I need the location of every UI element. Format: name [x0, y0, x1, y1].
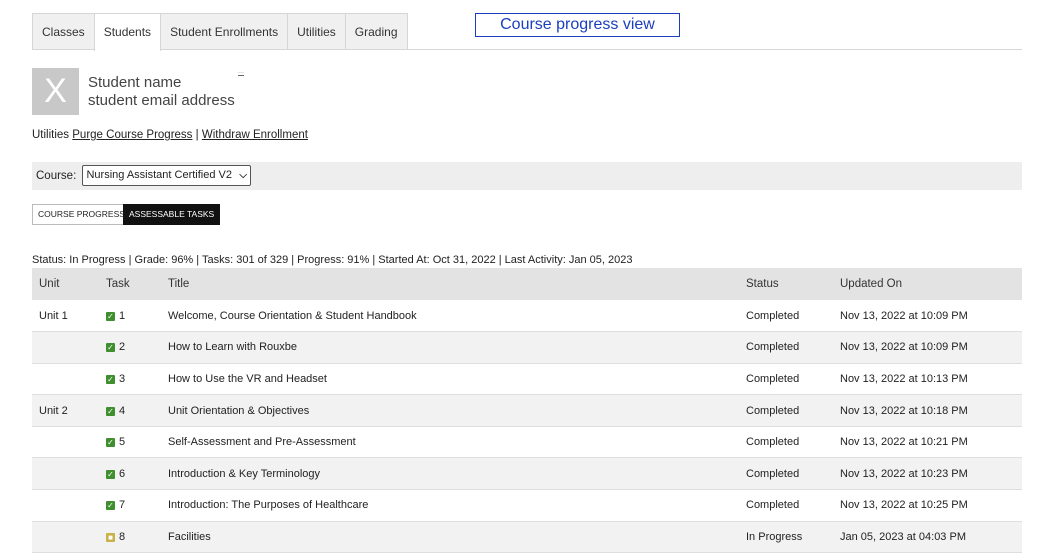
header-title: Title	[161, 268, 739, 300]
cell-task: ✓ 2	[99, 331, 161, 364]
cell-unit	[32, 457, 99, 491]
cell-status: Completed	[739, 489, 833, 522]
purge-course-progress-link[interactable]: Purge Course Progress	[72, 129, 192, 141]
utilities-label: Utilities	[32, 129, 70, 141]
tab-grading[interactable]: Grading	[344, 13, 408, 50]
task-number: 6	[119, 467, 126, 480]
cell-updated-on: Nov 13, 2022 at 10:18 PM	[833, 394, 1022, 427]
table-row[interactable]: ✓ 5 Self-Assessment and Pre-Assessment Comp…	[32, 426, 1022, 459]
header-unit: Unit	[32, 268, 99, 300]
cell-task: ✓ 1	[99, 300, 161, 333]
student-email: student email address	[88, 92, 235, 109]
cell-unit	[32, 331, 99, 364]
cell-status: Completed	[739, 331, 833, 364]
table-row[interactable]: ✓ 6 Introduction & Key Terminology Complete…	[32, 457, 1022, 491]
tab-classes[interactable]: Classes	[32, 13, 95, 50]
check-icon: ✓	[106, 374, 115, 384]
table-header-row: Unit Task Title Status Updated On	[32, 268, 1022, 300]
table-row[interactable]: ✓ 2 How to Learn with Rouxbe Completed Nov 1…	[32, 331, 1022, 364]
header-updated-on: Updated On	[833, 268, 1022, 300]
cell-status: Completed	[739, 457, 833, 491]
cell-unit	[32, 521, 99, 554]
progress-table: Unit Task Title Status Updated On Unit 1…	[32, 268, 1022, 554]
header-status: Status	[739, 268, 833, 300]
in-progress-icon: ■	[106, 532, 115, 542]
withdraw-enrollment-link[interactable]: Withdraw Enrollment	[202, 129, 308, 141]
check-icon: ✓	[106, 406, 115, 416]
cell-unit	[32, 363, 99, 396]
course-filter-bar: Course: Nursing Assistant Certified V2 ⌵	[32, 162, 1022, 190]
cell-updated-on: Nov 13, 2022 at 10:21 PM	[833, 426, 1022, 459]
cell-task: ✓ 7	[99, 489, 161, 522]
utilities-separator: |	[195, 129, 199, 141]
student-more-link[interactable]: ···	[238, 70, 244, 76]
cell-unit: Unit 1	[32, 300, 99, 333]
task-number: 1	[119, 309, 126, 322]
tab-utilities[interactable]: Utilities	[287, 13, 346, 50]
course-select-value: Nursing Assistant Certified V2	[86, 169, 232, 182]
cell-title: Welcome, Course Orientation & Student Ha…	[161, 300, 739, 333]
task-number: 5	[119, 436, 126, 449]
cell-title: Facilities	[161, 521, 739, 554]
cell-unit	[32, 426, 99, 459]
check-icon: ✓	[106, 311, 115, 321]
cell-unit: Unit 2	[32, 394, 99, 427]
chevron-down-icon: ⌵	[239, 170, 247, 182]
course-label: Course:	[36, 170, 77, 182]
cell-updated-on: Nov 13, 2022 at 10:25 PM	[833, 489, 1022, 522]
cell-title: Introduction: The Purposes of Healthcare	[161, 489, 739, 522]
table-row[interactable]: ✓ 7 Introduction: The Purposes of Healthca…	[32, 489, 1022, 522]
cell-title: Self-Assessment and Pre-Assessment	[161, 426, 739, 459]
cell-title: Introduction & Key Terminology	[161, 457, 739, 491]
check-icon: ✓	[106, 469, 115, 479]
task-number: 8	[119, 530, 126, 543]
cell-status: In Progress	[739, 521, 833, 554]
progress-summary: Status: In Progress | Grade: 96% | Tasks…	[32, 254, 633, 266]
table-row[interactable]: ■ 8 Facilities In Progress Jan 05, 2023 at 0…	[32, 521, 1022, 554]
header-task: Task	[99, 268, 161, 300]
cell-task: ■ 8	[99, 521, 161, 554]
cell-updated-on: Nov 13, 2022 at 10:09 PM	[833, 300, 1022, 333]
table-row[interactable]: Unit 2 ✓ 4 Unit Orientation & Objectives Com…	[32, 394, 1022, 427]
tab-student-enrollments[interactable]: Student Enrollments	[160, 13, 289, 50]
check-icon: ✓	[106, 343, 115, 353]
view-label: Course progress view	[475, 13, 680, 37]
cell-updated-on: Nov 13, 2022 at 10:23 PM	[833, 457, 1022, 491]
task-number: 3	[119, 372, 126, 385]
cell-task: ✓ 5	[99, 426, 161, 459]
cell-status: Completed	[739, 394, 833, 427]
tab-students[interactable]: Students	[93, 13, 162, 51]
cell-updated-on: Nov 13, 2022 at 10:13 PM	[833, 363, 1022, 396]
cell-unit	[32, 489, 99, 522]
nav-tabs: Classes Students Student Enrollments Uti…	[32, 13, 408, 51]
cell-title: How to Learn with Rouxbe	[161, 331, 739, 364]
check-icon: ✓	[106, 501, 115, 511]
table-row[interactable]: Unit 1 ✓ 1 Welcome, Course Orientation & St…	[32, 300, 1022, 333]
cell-task: ✓ 6	[99, 457, 161, 491]
cell-status: Completed	[739, 363, 833, 396]
cell-updated-on: Nov 13, 2022 at 10:09 PM	[833, 331, 1022, 364]
task-number: 7	[119, 499, 126, 512]
student-name: Student name	[88, 74, 182, 91]
cell-status: Completed	[739, 300, 833, 333]
cell-task: ✓ 4	[99, 394, 161, 427]
task-number: 2	[119, 341, 126, 354]
check-icon: ✓	[106, 438, 115, 448]
cell-title: How to Use the VR and Headset	[161, 363, 739, 396]
cell-status: Completed	[739, 426, 833, 459]
tab-divider	[32, 49, 1022, 50]
assessable-tasks-button[interactable]: ASSESSABLE TASKS	[123, 204, 221, 225]
course-select[interactable]: Nursing Assistant Certified V2 ⌵	[82, 165, 251, 187]
avatar: X	[32, 68, 79, 115]
task-number: 4	[119, 404, 126, 417]
course-progress-button[interactable]: COURSE PROGRESS	[32, 204, 131, 225]
table-row[interactable]: ✓ 3 How to Use the VR and Headset Completed…	[32, 363, 1022, 396]
cell-task: ✓ 3	[99, 363, 161, 396]
cell-updated-on: Jan 05, 2023 at 04:03 PM	[833, 521, 1022, 554]
cell-title: Unit Orientation & Objectives	[161, 394, 739, 427]
utilities-bar: Utilities Purge Course Progress | Withdr…	[32, 129, 308, 141]
